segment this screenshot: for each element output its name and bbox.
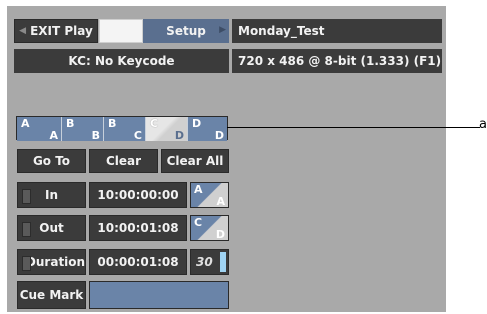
- out-track-top: C: [194, 216, 203, 229]
- track-segment[interactable]: A A: [17, 117, 61, 142]
- in-button[interactable]: In: [17, 182, 86, 208]
- clear-all-button[interactable]: Clear All: [161, 149, 229, 173]
- color-swatch[interactable]: [99, 19, 143, 43]
- out-button[interactable]: Out: [17, 215, 86, 241]
- track-bottom-label: B: [91, 129, 100, 142]
- go-to-label: Go To: [32, 154, 71, 168]
- exit-play-label: EXIT Play: [30, 24, 93, 38]
- fps-slider-handle[interactable]: [220, 252, 226, 272]
- duration-button[interactable]: Duration: [17, 249, 86, 275]
- duration-indicator: [22, 256, 31, 271]
- track-segment[interactable]: B C: [103, 117, 145, 142]
- format-display: 720 x 486 @ 8-bit (1.333) (F1): [232, 49, 442, 73]
- out-track-button[interactable]: C D: [190, 215, 229, 241]
- in-indicator: [22, 189, 31, 204]
- in-track-button[interactable]: A A: [190, 182, 229, 208]
- track-selector[interactable]: A A B B B C C D D D: [16, 116, 228, 142]
- track-segment[interactable]: B B: [61, 117, 103, 142]
- out-label: Out: [39, 221, 64, 235]
- clip-name-field[interactable]: Monday_Test: [232, 19, 442, 43]
- track-bottom-label: A: [49, 129, 58, 142]
- keycode-display: KC: No Keycode: [14, 49, 229, 73]
- track-top-label: A: [21, 117, 30, 130]
- track-top-label: B: [66, 117, 75, 130]
- clear-label: Clear: [105, 154, 142, 168]
- fps-field[interactable]: 30: [190, 249, 229, 275]
- in-label: In: [44, 188, 58, 202]
- track-segment-selected[interactable]: C D: [145, 117, 187, 142]
- out-track-bottom: D: [215, 228, 225, 241]
- callout-label: a: [479, 117, 487, 132]
- in-timecode-field[interactable]: 10:00:00:00: [89, 182, 187, 208]
- clip-name-text: Monday_Test: [238, 24, 325, 38]
- clear-all-label: Clear All: [166, 154, 224, 168]
- exit-play-button[interactable]: ◀ EXIT Play: [14, 19, 98, 43]
- duration-label: Duration: [25, 255, 86, 269]
- chevron-left-icon: ◀: [19, 26, 27, 36]
- in-track-bottom: A: [216, 195, 225, 208]
- fps-text: 30: [196, 255, 213, 269]
- out-timecode-text: 10:00:01:08: [97, 221, 179, 235]
- cue-mark-button[interactable]: Cue Mark: [17, 281, 86, 309]
- track-top-label: B: [108, 117, 117, 130]
- track-top-label: D: [192, 117, 202, 130]
- cue-mark-label: Cue Mark: [19, 288, 84, 302]
- in-track-top: A: [194, 183, 203, 196]
- chevron-right-icon: ▶: [219, 25, 226, 35]
- duration-timecode-field[interactable]: 00:00:01:08: [89, 249, 187, 275]
- go-to-button[interactable]: Go To: [17, 149, 86, 173]
- cue-mark-field[interactable]: [89, 281, 229, 309]
- track-bottom-label: D: [214, 129, 224, 142]
- track-segment[interactable]: D D: [187, 117, 227, 142]
- setup-label: Setup: [166, 24, 206, 38]
- out-timecode-field[interactable]: 10:00:01:08: [89, 215, 187, 241]
- out-indicator: [22, 222, 31, 237]
- clear-button[interactable]: Clear: [89, 149, 158, 173]
- track-top-label: C: [150, 117, 159, 130]
- track-bottom-label: C: [133, 129, 142, 142]
- in-timecode-text: 10:00:00:00: [97, 188, 179, 202]
- duration-timecode-text: 00:00:01:08: [97, 255, 179, 269]
- callout-line: [227, 127, 480, 128]
- player-panel: ◀ EXIT Play Setup ▶ Monday_Test KC: No K…: [7, 6, 446, 312]
- track-bottom-label: D: [174, 129, 184, 142]
- setup-button[interactable]: Setup ▶: [143, 19, 229, 43]
- keycode-text: KC: No Keycode: [68, 54, 175, 68]
- format-text: 720 x 486 @ 8-bit (1.333) (F1): [238, 54, 442, 68]
